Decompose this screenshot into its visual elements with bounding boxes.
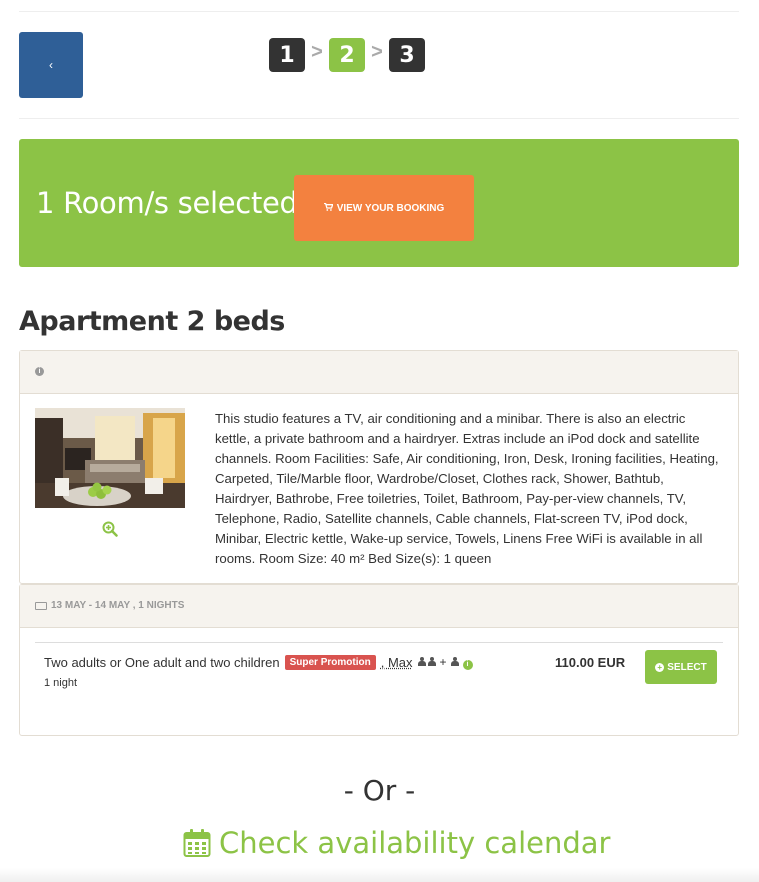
stay-dates: 13 MAY - 14 MAY , 1 NIGHTS [35, 600, 184, 611]
room-card-header: i [20, 351, 738, 394]
cart-icon [323, 202, 334, 213]
rate-occupancy: Two adults or One adult and two children… [44, 654, 473, 670]
view-booking-label: VIEW YOUR BOOKING [336, 202, 445, 214]
adult-icon [417, 657, 426, 666]
chevron-right-icon: > [311, 40, 323, 63]
info-icon[interactable]: i [462, 660, 473, 670]
top-divider [19, 11, 739, 12]
rates-card-header: 13 MAY - 14 MAY , 1 NIGHTS [20, 585, 738, 628]
child-icon [450, 657, 459, 666]
or-separator: - Or - [343, 774, 416, 807]
step-indicator: 1 > 2 > 3 [269, 38, 425, 72]
nav-divider [19, 118, 739, 119]
rooms-selected-title: 1 Room/s selected [36, 186, 298, 220]
back-button[interactable]: ‹ [19, 32, 83, 98]
room-description: This studio features a TV, air condition… [215, 411, 719, 566]
promo-badge: Super Promotion [284, 654, 376, 670]
step-2[interactable]: 2 [329, 38, 365, 72]
max-occupancy: + i [417, 654, 473, 670]
step-1[interactable]: 1 [269, 38, 305, 72]
zoom-in-icon[interactable] [102, 521, 118, 537]
info-icon[interactable]: i [35, 367, 44, 376]
view-booking-button[interactable]: VIEW YOUR BOOKING [294, 175, 474, 241]
adult-icon [427, 657, 436, 666]
room-photo[interactable] [35, 408, 185, 508]
room-card: i This studio features a TV, air conditi… [19, 350, 739, 584]
chevron-right-icon: > [371, 40, 383, 63]
room-title: Apartment 2 beds [19, 306, 285, 337]
max-label[interactable]: , Max [381, 655, 413, 670]
stay-dates-label: 13 MAY - 14 MAY , 1 NIGHTS [51, 600, 185, 611]
nights-count: 1 night [44, 677, 78, 689]
select-label: SELECT [667, 661, 707, 673]
bottom-shadow [0, 868, 759, 882]
plus-circle-icon: + [655, 662, 665, 672]
money-icon [35, 601, 47, 610]
availability-calendar-link[interactable]: Check availability calendar [183, 826, 610, 860]
step-3[interactable]: 3 [389, 38, 425, 72]
rate-price: 110.00 EUR [555, 655, 626, 670]
selection-banner: 1 Room/s selected VIEW YOUR BOOKING [19, 139, 739, 267]
occupancy-label: Two adults or One adult and two children [44, 654, 280, 670]
rate-row: Two adults or One adult and two children… [35, 642, 723, 713]
calendar-icon [183, 829, 211, 857]
chevron-left-icon: ‹ [49, 58, 53, 72]
plus-sign: + [439, 655, 447, 669]
availability-calendar-label: Check availability calendar [219, 826, 611, 860]
rates-card: 13 MAY - 14 MAY , 1 NIGHTS Two adults or… [19, 584, 739, 736]
select-button[interactable]: + SELECT [645, 650, 717, 684]
